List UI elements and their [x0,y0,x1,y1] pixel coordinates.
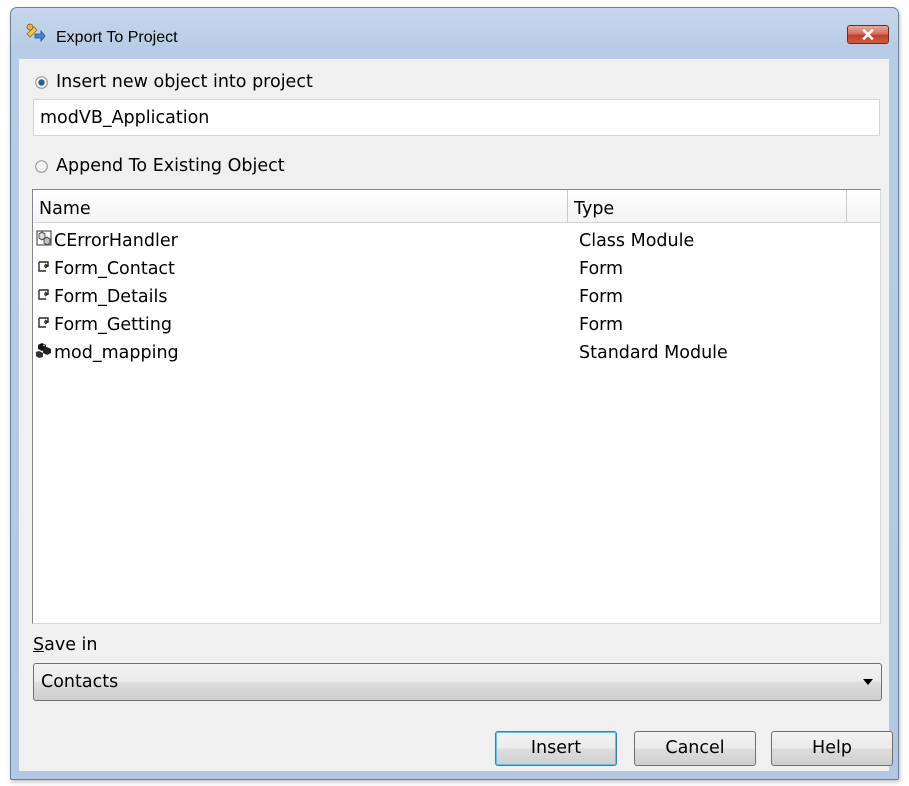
column-header-name[interactable]: Name [33,190,568,222]
save-in-label: Save in [33,635,98,655]
list-item[interactable]: Form_Getting Form [33,311,880,339]
close-button[interactable] [847,25,889,44]
object-list[interactable]: Name Type CErrorHandler Class Module For… [32,189,881,624]
list-header: Name Type [33,190,880,223]
new-object-name-input[interactable]: modVB_Application [33,99,880,136]
cancel-button[interactable]: Cancel [634,731,756,766]
export-to-project-dialog: Export To Project Insert new object into… [10,7,899,780]
help-button[interactable]: Help [771,731,893,766]
item-name: CErrorHandler [54,231,178,251]
insert-new-radio[interactable] [35,76,48,89]
form-icon [38,261,50,272]
item-type: Class Module [579,231,695,251]
form-icon [38,317,50,328]
list-item[interactable]: mod_mapping Standard Module [33,339,880,367]
class-module-icon [36,230,52,246]
append-existing-radio[interactable] [35,160,48,173]
save-in-dropdown[interactable]: Contacts [33,663,882,701]
item-name: Form_Contact [54,259,175,279]
item-type: Form [579,259,624,279]
title-bar[interactable]: Export To Project [11,8,898,50]
item-name: Form_Getting [54,315,172,335]
item-type: Standard Module [579,343,728,363]
form-icon [38,289,50,300]
dialog-title: Export To Project [56,29,178,46]
item-name: Form_Details [54,287,168,307]
new-object-name-value: modVB_Application [40,108,210,128]
export-project-icon [26,23,46,42]
insert-new-label[interactable]: Insert new object into project [56,72,313,92]
chevron-down-icon[interactable] [863,679,873,685]
item-type: Form [579,287,624,307]
item-type: Form [579,315,624,335]
dialog-content: Insert new object into project modVB_App… [19,59,893,771]
list-item[interactable]: Form_Details Form [33,283,880,311]
column-header-type[interactable]: Type [568,190,847,222]
item-name: mod_mapping [54,343,179,363]
close-icon [862,29,874,40]
list-item[interactable]: Form_Contact Form [33,255,880,283]
save-in-value: Contacts [41,672,119,692]
insert-button[interactable]: Insert [495,731,617,766]
list-item[interactable]: CErrorHandler Class Module [33,227,880,255]
standard-module-icon [36,343,51,358]
append-existing-label[interactable]: Append To Existing Object [56,156,285,176]
